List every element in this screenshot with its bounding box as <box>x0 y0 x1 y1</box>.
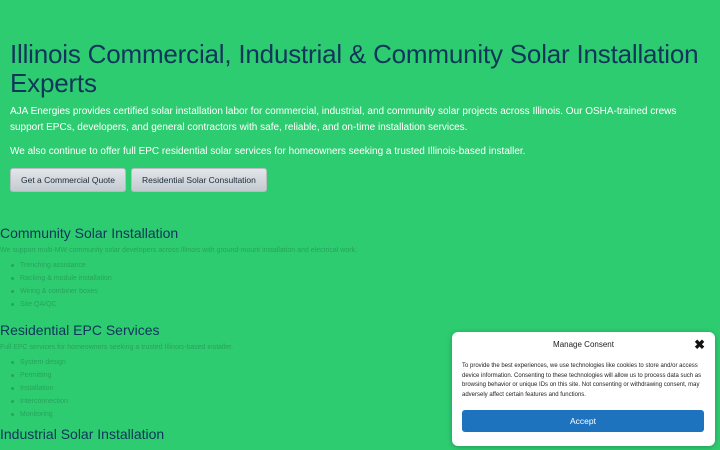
hero-section: Illinois Commercial, Industrial & Commun… <box>10 40 700 192</box>
commercial-quote-button[interactable]: Get a Commercial Quote <box>10 168 127 192</box>
list-item: Trenching assistance <box>11 259 450 272</box>
list-item: Monitoring <box>11 408 450 421</box>
residential-epc-description: Full EPC services for homeowners seeking… <box>0 344 234 351</box>
close-icon[interactable]: ✖ <box>694 337 705 353</box>
hero-buttons: Get a Commercial Quote Residential Solar… <box>10 168 700 192</box>
page-title: Illinois Commercial, Industrial & Commun… <box>10 39 699 98</box>
hero-residential-text: We also continue to offer full EPC resid… <box>10 146 526 157</box>
consent-dialog: Manage Consent ✖ To provide the best exp… <box>452 332 715 446</box>
community-solar-description: We support multi-MW community solar deve… <box>0 247 358 254</box>
list-item: Wiring & combiner boxes <box>11 285 450 298</box>
list-item: Racking & module installation <box>11 272 450 285</box>
accept-button[interactable]: Accept <box>462 410 704 432</box>
consent-title: Manage Consent <box>553 340 614 349</box>
community-solar-heading: Community Solar Installation <box>0 225 179 241</box>
residential-epc-list: System design Permitting Installation In… <box>0 356 450 421</box>
hero-intro-text: AJA Energies provides certified solar in… <box>10 106 677 133</box>
residential-epc-heading: Residential EPC Services <box>0 322 160 338</box>
list-item: Installation <box>11 382 450 395</box>
list-item: System design <box>11 356 450 369</box>
residential-consultation-button[interactable]: Residential Solar Consultation <box>131 168 267 192</box>
community-solar-list: Trenching assistance Racking & module in… <box>0 259 450 311</box>
community-solar-section: Community Solar Installation We support … <box>0 225 450 311</box>
consent-body-text: To provide the best experiences, we use … <box>462 363 702 398</box>
list-item: Permitting <box>11 369 450 382</box>
residential-epc-section: Residential EPC Services Full EPC servic… <box>0 322 450 421</box>
list-item: Site QA/QC <box>11 298 450 311</box>
list-item: Interconnection <box>11 395 450 408</box>
industrial-solar-heading: Industrial Solar Installation <box>0 426 165 442</box>
industrial-solar-section: Industrial Solar Installation <box>0 426 450 442</box>
